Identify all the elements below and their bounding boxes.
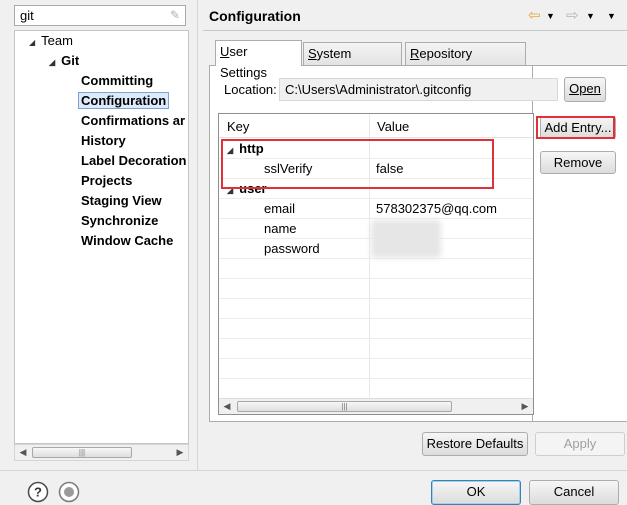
add-entry-button[interactable]: Add Entry...	[540, 116, 616, 139]
table-row-empty	[219, 339, 533, 359]
cancel-button[interactable]: Cancel	[529, 480, 619, 505]
tree-node-staging-view[interactable]: Staging View	[81, 193, 162, 208]
tab-mnemonic: S	[308, 46, 317, 61]
import-export-icon[interactable]	[58, 481, 80, 503]
preference-tree-panel: git ✎ ◢ Team ◢ Git Committing Configuratio…	[0, 0, 197, 505]
tree-node-git[interactable]: ◢ Git	[49, 53, 79, 68]
help-icon[interactable]: ?	[27, 481, 49, 503]
back-dropdown-icon[interactable]: ▼	[546, 11, 555, 21]
table-row[interactable]: sslVerify false	[219, 159, 533, 179]
apply-button[interactable]: Apply	[535, 432, 625, 456]
svg-text:?: ?	[34, 485, 42, 500]
table-row[interactable]: email 578302375@qq.com	[219, 199, 533, 219]
open-button[interactable]: Open	[564, 77, 606, 102]
remove-button[interactable]: Remove	[540, 151, 616, 174]
collapse-triangle-icon[interactable]: ◢	[227, 146, 233, 155]
row-key: password	[264, 241, 320, 256]
table-row-section[interactable]: ◢ user	[219, 179, 533, 199]
column-header-value[interactable]: Value	[377, 119, 409, 134]
row-key: sslVerify	[264, 161, 313, 176]
remove-label: Remove	[553, 155, 603, 170]
tree-node-team[interactable]: ◢ Team	[29, 33, 73, 48]
header-separator	[203, 30, 627, 31]
tab-repository-settings[interactable]: Repository Settings	[405, 42, 526, 82]
tab-mnemonic: U	[220, 44, 230, 59]
scroll-right-icon[interactable]: ▶	[173, 445, 187, 460]
tree-node-label: Git	[61, 53, 80, 68]
section-key: ◢ user	[227, 181, 267, 196]
table-row-empty	[219, 319, 533, 339]
tab-system-settings[interactable]: System Settings	[303, 42, 402, 82]
tree-node-history[interactable]: History	[81, 133, 126, 148]
table-row-empty	[219, 379, 533, 399]
tree-node-window-cache[interactable]: Window Cache	[81, 233, 173, 248]
row-key: name	[264, 221, 297, 236]
table-row-empty	[219, 259, 533, 279]
tree-node-synchronize[interactable]: Synchronize	[81, 213, 158, 228]
tree-horizontal-scrollbar[interactable]: ◀ ||| ▶	[14, 444, 189, 461]
row-value: 578302375@qq.com	[376, 201, 497, 216]
cancel-label: Cancel	[553, 484, 595, 499]
section-key: ◢ http	[227, 141, 264, 156]
filter-input[interactable]: git ✎	[14, 5, 186, 26]
view-menu-icon[interactable]: ▼	[607, 11, 616, 21]
row-key-text: user	[239, 181, 267, 196]
location-field[interactable]: C:\Users\Administrator\.gitconfig	[279, 78, 558, 101]
scroll-left-icon[interactable]: ◀	[16, 445, 30, 460]
redaction-blur	[371, 220, 441, 258]
location-label: Location:	[224, 82, 277, 97]
filter-text[interactable]: git	[20, 8, 34, 23]
collapse-triangle-icon[interactable]: ◢	[29, 38, 35, 47]
column-header-key[interactable]: Key	[227, 119, 249, 134]
page-title: Configuration	[209, 8, 301, 24]
restore-defaults-label: Restore Defaults	[426, 436, 524, 451]
scroll-right-icon[interactable]: ▶	[518, 399, 532, 414]
add-entry-label: Add Entry...	[544, 120, 612, 135]
tab-user-settings[interactable]: User Settings	[215, 40, 302, 80]
panel-divider[interactable]	[197, 0, 198, 470]
tree-node-committing[interactable]: Committing	[81, 73, 153, 88]
scroll-left-icon[interactable]: ◀	[220, 399, 234, 414]
forward-arrow-icon[interactable]: ⇨	[566, 6, 579, 24]
table-header: Key Value	[219, 114, 533, 138]
footer-separator	[0, 470, 627, 471]
eraser-icon[interactable]: ✎	[170, 8, 180, 22]
table-horizontal-scrollbar[interactable]: ◀ ||| ▶	[219, 398, 533, 414]
table-row-empty	[219, 359, 533, 379]
back-arrow-icon[interactable]: ⇦	[528, 6, 541, 24]
row-key-text: http	[239, 141, 264, 156]
config-table: Key Value ◢ http sslVerify false ◢ user em…	[218, 113, 534, 415]
tree-node-confirmations[interactable]: Confirmations ar	[81, 113, 185, 128]
table-row-section[interactable]: ◢ http	[219, 139, 533, 159]
collapse-triangle-icon[interactable]: ◢	[49, 58, 55, 67]
tree-node-label: Team	[41, 33, 73, 48]
tab-mnemonic: R	[410, 46, 420, 61]
tree-node-configuration[interactable]: Configuration	[78, 92, 170, 109]
forward-dropdown-icon[interactable]: ▼	[586, 11, 595, 21]
scrollbar-thumb[interactable]: |||	[32, 447, 132, 458]
preference-tree: ◢ Team ◢ Git Committing Configuration Conf…	[14, 30, 189, 444]
ok-button[interactable]: OK	[431, 480, 521, 505]
restore-defaults-button[interactable]: Restore Defaults	[422, 432, 528, 456]
table-row-empty	[219, 299, 533, 319]
tree-node-label-decorations[interactable]: Label Decoration	[81, 153, 186, 168]
row-key: email	[264, 201, 296, 216]
row-value: false	[376, 161, 404, 176]
scrollbar-thumb[interactable]: |||	[237, 401, 452, 412]
ok-label: OK	[466, 484, 486, 499]
apply-label: Apply	[563, 436, 597, 451]
open-button-label: Open	[569, 81, 601, 96]
tree-node-projects[interactable]: Projects	[81, 173, 132, 188]
table-row-empty	[219, 279, 533, 299]
collapse-triangle-icon[interactable]: ◢	[227, 186, 233, 195]
